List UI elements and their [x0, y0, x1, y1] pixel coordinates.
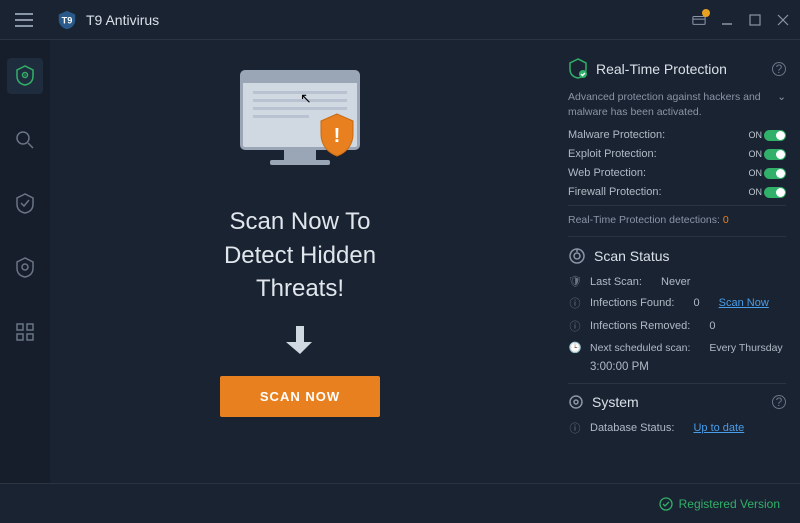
next-scan-value: Every Thursday [709, 342, 782, 354]
last-scan-value: Never [661, 276, 690, 288]
footer: Registered Version [0, 483, 800, 523]
minimize-button[interactable] [720, 13, 734, 27]
exploit-label: Exploit Protection: [568, 148, 657, 160]
scan-now-link[interactable]: Scan Now [719, 297, 769, 309]
firewall-toggle[interactable] [764, 187, 786, 198]
menu-button[interactable] [10, 6, 38, 34]
version-label: Registered Version [679, 497, 780, 511]
help-icon[interactable]: ? [772, 395, 786, 409]
scan-now-button[interactable]: SCAN NOW [220, 376, 380, 417]
detections-count: 0 [723, 214, 729, 226]
sidebar-item-apps[interactable] [7, 314, 43, 350]
rtp-description: Advanced protection against hackers and … [568, 90, 771, 119]
svg-text:!: ! [334, 125, 341, 147]
shield-check-icon [568, 58, 588, 80]
sidebar-item-scan[interactable] [7, 122, 43, 158]
exploit-toggle[interactable] [764, 149, 786, 160]
next-scan-label: Next scheduled scan: [590, 342, 690, 354]
maximize-button[interactable] [748, 13, 762, 27]
svg-text:T9: T9 [62, 15, 73, 25]
help-icon[interactable]: ? [772, 62, 786, 76]
system-title: System [592, 394, 764, 410]
next-scan-time: 3:00:00 PM [590, 361, 786, 373]
infections-found-label: Infections Found: [590, 297, 674, 309]
scan-status-icon [568, 247, 586, 265]
last-scan-label: Last Scan: [590, 276, 642, 288]
info-icon: ⓘ [568, 318, 582, 334]
info-icon: ⓘ [568, 295, 582, 311]
check-shield-icon: 🛡 [568, 275, 582, 288]
chevron-down-icon[interactable]: ⌄ [777, 90, 786, 105]
down-arrow-icon [286, 324, 314, 356]
monitor-illustration: ! [225, 70, 375, 180]
malware-label: Malware Protection: [568, 129, 665, 141]
check-circle-icon [659, 497, 673, 511]
malware-toggle[interactable] [764, 130, 786, 141]
scan-status-title: Scan Status [594, 248, 786, 264]
web-toggle[interactable] [764, 168, 786, 179]
sidebar [0, 40, 50, 483]
hero-panel: ! Scan Now ToDetect HiddenThreats! SCAN … [50, 40, 550, 483]
app-title: T9 Antivirus [86, 12, 159, 28]
clock-icon: 🕒 [568, 341, 582, 354]
gear-icon [568, 394, 584, 410]
firewall-label: Firewall Protection: [568, 186, 662, 198]
status-panel: Real-Time Protection ? Advanced protecti… [550, 40, 800, 483]
web-label: Web Protection: [568, 167, 646, 179]
detections-label: Real-Time Protection detections: [568, 214, 720, 226]
cart-icon[interactable] [692, 13, 706, 27]
infections-found-value: 0 [693, 297, 699, 309]
hero-heading: Scan Now ToDetect HiddenThreats! [224, 205, 376, 306]
shield-alert-icon: ! [317, 112, 357, 160]
infections-removed-label: Infections Removed: [590, 320, 690, 332]
titlebar: T9 T9 Antivirus [0, 0, 800, 40]
sidebar-item-home[interactable] [7, 58, 43, 94]
close-button[interactable] [776, 13, 790, 27]
db-status-link[interactable]: Up to date [693, 422, 744, 434]
info-icon: ⓘ [568, 420, 582, 436]
app-logo-icon: T9 [56, 9, 78, 31]
db-status-label: Database Status: [590, 422, 674, 434]
infections-removed-value: 0 [709, 320, 715, 332]
rtp-title: Real-Time Protection [596, 61, 764, 77]
sidebar-item-protection[interactable] [7, 186, 43, 222]
sidebar-item-firewall[interactable] [7, 250, 43, 286]
